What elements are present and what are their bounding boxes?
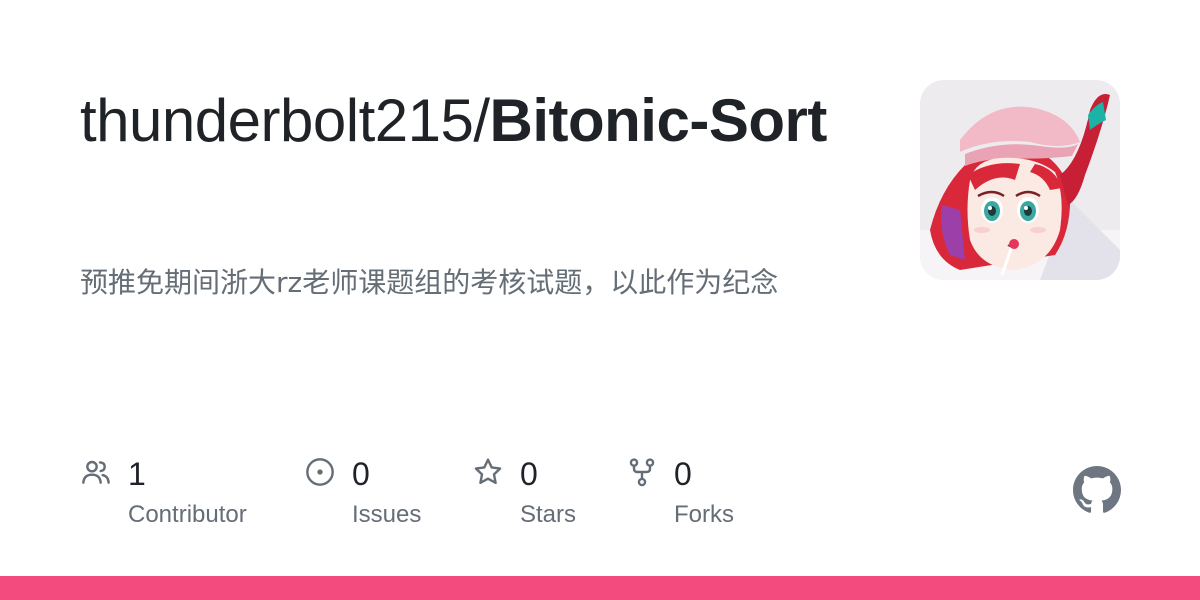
stars-count: 0 [520, 456, 538, 492]
stat-contributors[interactable]: 1 Contributor [80, 452, 280, 542]
repo-title[interactable]: thunderbolt215/Bitonic-Sort [80, 84, 840, 158]
people-icon [82, 460, 110, 484]
github-mark-icon[interactable] [1073, 466, 1121, 514]
contributors-label: Contributor [128, 501, 247, 528]
repo-name[interactable]: Bitonic-Sort [490, 87, 828, 154]
owner-avatar[interactable] [920, 80, 1120, 280]
stat-forks[interactable]: 0 Forks [626, 452, 776, 542]
stars-label: Stars [520, 501, 577, 528]
repo-stats: 1 Contributor 0 Issues 0 Stars 0 Forks [80, 452, 840, 542]
repo-forked-icon [629, 458, 655, 487]
issues-label: Issues [352, 501, 422, 528]
avatar-image [920, 80, 1120, 280]
contributors-count: 1 [128, 456, 146, 492]
issues-count: 0 [352, 456, 370, 492]
language-color-bar [0, 576, 1200, 600]
repo-social-card: thunderbolt215/Bitonic-Sort 预推免期间浙大rz老师课… [0, 0, 1200, 600]
repo-description: 预推免期间浙大rz老师课题组的考核试题，以此作为纪念 [80, 266, 779, 299]
forks-count: 0 [674, 456, 692, 492]
stat-stars[interactable]: 0 Stars [472, 452, 612, 542]
issue-opened-icon [306, 458, 334, 486]
stat-issues[interactable]: 0 Issues [304, 452, 454, 542]
forks-label: Forks [674, 501, 734, 528]
star-icon [474, 458, 502, 484]
repo-owner[interactable]: thunderbolt215/ [80, 87, 490, 154]
